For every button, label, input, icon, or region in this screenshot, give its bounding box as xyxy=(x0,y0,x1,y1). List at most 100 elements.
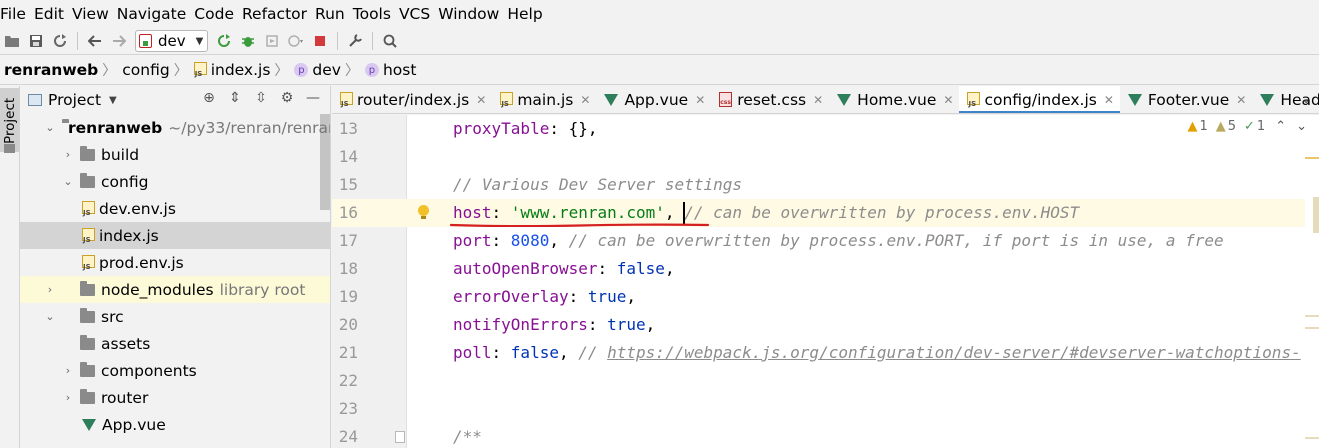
project-tree: ⌄ renranweb ~/py33/renran/renranweb › bu… xyxy=(20,114,330,438)
collapse-all-icon[interactable]: ⇳ xyxy=(248,90,274,106)
tab-footer-vue[interactable]: Footer.vue ✕ xyxy=(1120,86,1252,113)
tree-item-components[interactable]: › components xyxy=(20,357,330,384)
tab-reset-css[interactable]: css reset.css ✕ xyxy=(711,86,829,113)
tree-item-label: App.vue xyxy=(102,415,166,434)
close-icon[interactable]: ✕ xyxy=(943,93,953,107)
code-text: autoOpenBrowser: false, xyxy=(453,259,675,278)
open-icon[interactable] xyxy=(0,29,24,53)
close-icon[interactable]: ✕ xyxy=(1104,93,1114,107)
code-line-20: 20 notifyOnErrors: true, xyxy=(332,311,1319,339)
locate-icon[interactable]: ⊕ xyxy=(196,90,222,106)
tab-home-vue[interactable]: Home.vue ✕ xyxy=(829,86,959,113)
chevron-right-icon[interactable]: › xyxy=(62,364,74,377)
project-tool-window-tab[interactable]: Project xyxy=(0,88,19,152)
close-icon[interactable]: ✕ xyxy=(813,93,823,107)
menu-tools[interactable]: Tools xyxy=(353,0,399,28)
error-stripe[interactable] xyxy=(1305,115,1319,448)
breadcrumb-property-host[interactable]: p host xyxy=(364,61,416,79)
code-url-link[interactable]: https://webpack.js.org/configuration/dev… xyxy=(607,343,1301,362)
stripe-marker[interactable] xyxy=(1305,315,1319,317)
expand-all-icon[interactable]: ⇕ xyxy=(222,90,248,106)
close-icon[interactable]: ✕ xyxy=(1236,93,1246,107)
chevron-right-icon[interactable]: › xyxy=(62,391,74,404)
tree-item-assets[interactable]: assets xyxy=(20,330,330,357)
menu-code[interactable]: Code xyxy=(194,0,242,28)
tab-main-js[interactable]: JS main.js ✕ xyxy=(492,86,596,113)
project-panel-title[interactable]: Project xyxy=(48,91,101,109)
menu-file[interactable]: File xyxy=(0,0,34,28)
folder-icon xyxy=(80,307,95,323)
chevron-down-icon[interactable]: ⌄ xyxy=(62,175,74,188)
tree-item-node-modules[interactable]: › node_modules library root xyxy=(20,276,330,303)
chevron-down-icon[interactable]: ▼ xyxy=(109,95,117,106)
menu-refactor[interactable]: Refactor xyxy=(242,0,315,28)
profile-icon[interactable] xyxy=(284,29,308,53)
js-file-icon: JS xyxy=(500,91,514,108)
folder-icon xyxy=(80,280,95,296)
chevron-up-icon[interactable]: ⌃ xyxy=(1275,119,1286,134)
breadcrumb-file[interactable]: JS index.js xyxy=(193,61,270,79)
breadcrumb-folder[interactable]: config xyxy=(122,61,169,79)
tab-app-vue[interactable]: App.vue ✕ xyxy=(596,86,711,113)
menu-help[interactable]: Help xyxy=(507,0,550,28)
forward-icon[interactable] xyxy=(107,29,131,53)
tree-item-app-vue[interactable]: App.vue xyxy=(20,411,330,438)
tree-item-src[interactable]: ⌄ src xyxy=(20,303,330,330)
menu-run[interactable]: Run xyxy=(315,0,353,28)
typo-check-icon: ✓ xyxy=(1244,119,1255,134)
intention-bulb-icon[interactable] xyxy=(418,205,430,219)
tree-item-router[interactable]: › router xyxy=(20,384,330,411)
back-icon[interactable] xyxy=(83,29,107,53)
tree-item-build[interactable]: › build xyxy=(20,141,330,168)
fold-marker-icon[interactable] xyxy=(395,431,405,443)
sync-icon[interactable] xyxy=(48,29,72,53)
folder-icon xyxy=(80,172,95,188)
wrench-icon[interactable] xyxy=(343,29,367,53)
coverage-icon[interactable] xyxy=(260,29,284,53)
tree-item-label: assets xyxy=(101,334,151,353)
tree-item-config[interactable]: ⌄ config xyxy=(20,168,330,195)
chevron-down-icon[interactable]: ⌄ xyxy=(44,310,56,323)
chevron-down-icon[interactable]: ⌄ xyxy=(1301,92,1311,106)
weak-warning-count: 5 xyxy=(1227,119,1236,134)
inspection-widget[interactable]: ▲ 1 ▲ 5 ✓ 1 ⌃ ⌄ xyxy=(1187,119,1307,134)
chevron-down-icon[interactable]: ⌄ xyxy=(44,121,56,134)
tab-config-index-js[interactable]: JS config/index.js ✕ xyxy=(959,86,1121,113)
menu-navigate[interactable]: Navigate xyxy=(117,0,195,28)
menu-vcs[interactable]: VCS xyxy=(399,0,438,28)
stop-icon[interactable] xyxy=(308,29,332,53)
tree-item-prod-env-js[interactable]: JS prod.env.js xyxy=(20,249,330,276)
breadcrumb-property-dev[interactable]: p dev xyxy=(294,61,341,79)
chevron-right-icon[interactable]: › xyxy=(44,283,56,296)
chevron-right-icon[interactable]: › xyxy=(62,148,74,161)
menu-edit[interactable]: Edit xyxy=(34,0,72,28)
run-configuration-select[interactable]: dev ▼ xyxy=(135,30,209,52)
stripe-marker[interactable] xyxy=(1305,437,1319,439)
hide-icon[interactable]: — xyxy=(300,90,326,106)
menu-view[interactable]: View xyxy=(72,0,117,28)
line-number: 13 xyxy=(338,119,358,138)
code-editor[interactable]: 13 proxyTable: {}, 14 15 // Various Dev … xyxy=(332,115,1319,448)
close-icon[interactable]: ✕ xyxy=(580,93,590,107)
search-icon[interactable] xyxy=(378,29,402,53)
debug-icon[interactable] xyxy=(236,29,260,53)
code-token: autoOpenBrowser xyxy=(453,259,598,278)
breadcrumb-project[interactable]: renranweb xyxy=(4,61,98,79)
close-icon[interactable]: ✕ xyxy=(476,93,486,107)
menu-window[interactable]: Window xyxy=(438,0,507,28)
js-file-icon: JS xyxy=(82,227,96,244)
rerun-icon[interactable] xyxy=(212,29,236,53)
tree-item-dev-env-js[interactable]: JS dev.env.js xyxy=(20,195,330,222)
stripe-marker[interactable] xyxy=(1305,157,1319,159)
gear-icon[interactable]: ⚙ xyxy=(274,90,300,106)
left-tool-strip: Project xyxy=(0,86,20,448)
code-line-22: 22 xyxy=(332,367,1319,395)
stripe-marker[interactable] xyxy=(1305,327,1319,329)
stripe-scroll-thumb[interactable] xyxy=(1313,197,1319,233)
save-icon[interactable] xyxy=(24,29,48,53)
toolbar-separator xyxy=(372,32,374,50)
tree-item-renranweb[interactable]: ⌄ renranweb ~/py33/renran/renranweb xyxy=(20,114,330,141)
close-icon[interactable]: ✕ xyxy=(695,93,705,107)
tab-router-index-js[interactable]: JS router/index.js ✕ xyxy=(332,86,492,113)
tree-item-index-js[interactable]: JS index.js xyxy=(20,222,330,249)
